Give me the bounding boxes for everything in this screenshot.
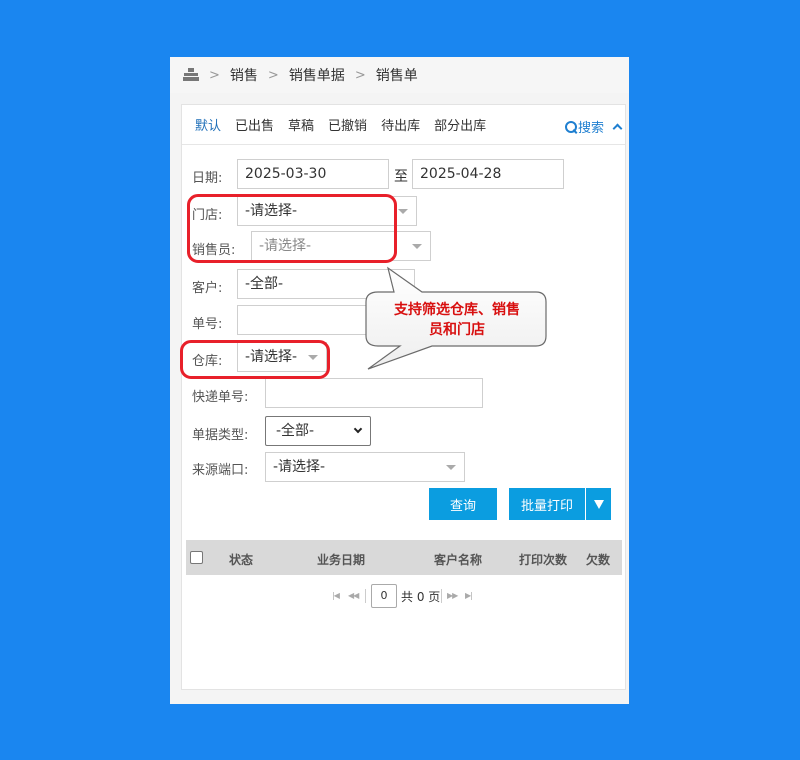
breadcrumb-item-sales-order: 销售单 xyxy=(375,68,418,84)
tab-revoked[interactable]: 已撤销 xyxy=(328,115,367,134)
tab-pending-outbound[interactable]: 待出库 xyxy=(381,115,420,134)
breadcrumb-item-sales-docs[interactable]: 销售单据 xyxy=(289,65,345,85)
column-header-print-count[interactable]: 打印次数 xyxy=(519,551,567,568)
doc-type-select-value: -全部- xyxy=(276,423,315,439)
search-icon xyxy=(564,120,577,133)
breadcrumb-separator: > xyxy=(209,67,220,83)
search-toggle[interactable]: 搜索 xyxy=(564,117,623,136)
caret-down-icon xyxy=(593,499,604,509)
page-total-text: 共 0 页 xyxy=(401,590,441,604)
customer-select-value: -全部- xyxy=(245,276,284,292)
batch-print-button[interactable]: 批量打印 xyxy=(509,488,585,520)
table-header: 状态 业务日期 客户名称 打印次数 欠数 xyxy=(186,540,622,575)
source-select-value: -请选择- xyxy=(273,459,326,475)
chevron-down-icon xyxy=(398,209,408,214)
tab-partial-outbound[interactable]: 部分出库 xyxy=(434,115,486,134)
tab-default[interactable]: 默认 xyxy=(195,115,221,134)
search-toggle-label: 搜索 xyxy=(577,121,604,136)
breadcrumb: > 销售 > 销售单据 > 销售单 xyxy=(170,57,629,93)
date-from-input[interactable]: 2025-03-30 xyxy=(237,159,389,189)
filter-panel: 默认 已出售 草稿 已撤销 待出库 部分出库 搜索 日期: 2025-03-30… xyxy=(181,104,626,690)
prev-page-icon[interactable]: ◀◀ xyxy=(348,591,359,600)
chevron-down-icon xyxy=(353,424,363,434)
pager-divider xyxy=(365,589,366,603)
customer-label: 客户: xyxy=(192,281,223,296)
callout-text-line1: 支持筛选仓库、销售 xyxy=(394,302,520,318)
tracking-input[interactable] xyxy=(265,378,483,408)
next-page-icon[interactable]: ▶▶ xyxy=(447,591,458,600)
breadcrumb-item-sales[interactable]: 销售 xyxy=(230,65,258,85)
column-header-business-date[interactable]: 业务日期 xyxy=(317,551,365,568)
status-tabs: 默认 已出售 草稿 已撤销 待出库 部分出库 搜索 xyxy=(182,105,625,145)
order-no-label: 单号: xyxy=(192,317,223,332)
source-select[interactable]: -请选择- xyxy=(265,452,465,482)
tracking-label: 快递单号: xyxy=(192,390,249,405)
column-header-customer-name[interactable]: 客户名称 xyxy=(434,551,482,568)
grid-menu-icon[interactable] xyxy=(183,68,199,82)
tab-sold[interactable]: 已出售 xyxy=(235,115,274,134)
doc-type-select[interactable]: -全部- xyxy=(265,416,371,446)
date-to-label: 至 xyxy=(394,169,408,185)
date-to-input[interactable]: 2025-04-28 xyxy=(412,159,564,189)
chevron-up-icon xyxy=(612,123,623,133)
pagination: |◀ ◀◀ 0 共 0 页 ▶▶ ▶| xyxy=(182,583,625,609)
highlight-warehouse xyxy=(180,340,330,379)
app-window: > 销售 > 销售单据 > 销售单 默认 已出售 草稿 已撤销 待出库 部分出库… xyxy=(170,57,629,704)
callout-text-line2: 员和门店 xyxy=(429,322,485,338)
chevron-down-icon xyxy=(412,244,422,249)
highlight-store-salesperson xyxy=(187,194,397,263)
chevron-down-icon xyxy=(446,465,456,470)
last-page-icon[interactable]: ▶| xyxy=(465,591,473,600)
breadcrumb-separator: > xyxy=(354,67,366,83)
customer-select[interactable]: -全部- xyxy=(237,269,415,299)
date-label: 日期: xyxy=(192,171,223,186)
pager-divider xyxy=(441,589,442,603)
column-header-owed[interactable]: 欠数 xyxy=(586,551,610,568)
batch-print-dropdown[interactable] xyxy=(585,488,611,520)
column-header-status[interactable]: 状态 xyxy=(229,551,253,568)
first-page-icon[interactable]: |◀ xyxy=(332,591,340,600)
breadcrumb-separator: > xyxy=(267,67,279,83)
query-button[interactable]: 查询 xyxy=(429,488,497,520)
callout-text: 支持筛选仓库、销售 员和门店 xyxy=(368,300,546,340)
select-all-checkbox[interactable] xyxy=(190,551,203,564)
page-number-input[interactable]: 0 xyxy=(371,584,397,608)
doc-type-label: 单据类型: xyxy=(192,428,249,443)
tab-draft[interactable]: 草稿 xyxy=(288,115,314,134)
source-label: 来源端口: xyxy=(192,463,249,478)
